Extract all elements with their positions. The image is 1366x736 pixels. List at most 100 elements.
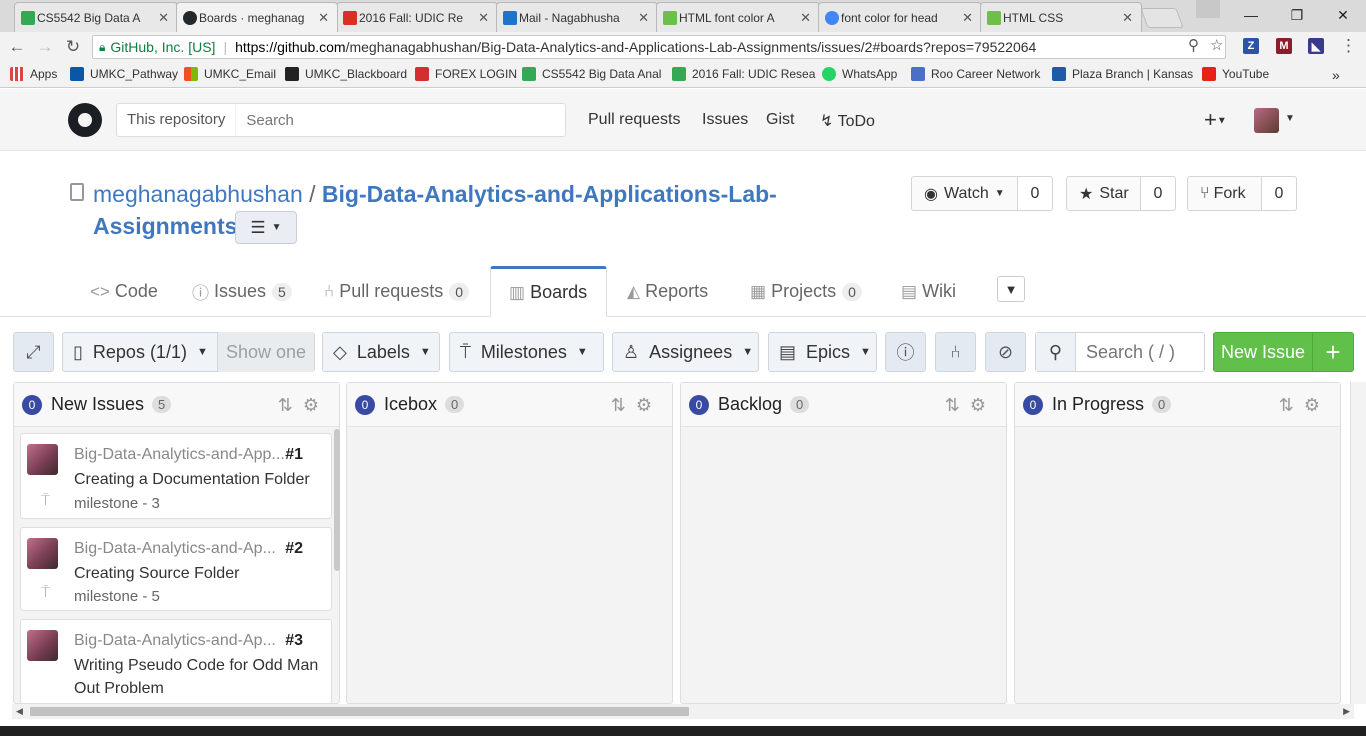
sort-icon[interactable]: ⇅: [278, 395, 303, 415]
star-bookmark-icon[interactable]: ☆: [1210, 36, 1223, 54]
closed-toggle[interactable]: ⊘: [985, 332, 1026, 372]
repo-name-link[interactable]: Big-Data-Analytics-and-Applications-Lab-: [322, 181, 777, 207]
close-window-icon[interactable]: ✕: [1320, 0, 1366, 30]
browser-tab[interactable]: HTML CSS ✕: [980, 2, 1142, 32]
profile-icon[interactable]: [1196, 0, 1220, 18]
fork-button[interactable]: ⑂ Fork: [1188, 177, 1262, 210]
tab-wiki[interactable]: ▤ Wiki: [901, 266, 956, 317]
card-title[interactable]: Creating a Documentation Folder: [74, 468, 324, 491]
tab-projects[interactable]: ▦ Projects 0: [750, 266, 862, 317]
card-title[interactable]: Creating Source Folder: [74, 562, 324, 585]
nav-todo[interactable]: ↯ ToDo: [820, 111, 875, 131]
board-horizontal-scrollbar[interactable]: ◀ ▶: [12, 704, 1354, 719]
close-icon[interactable]: ✕: [962, 10, 973, 26]
bookmark-item[interactable]: UMKC_Pathway: [70, 67, 178, 81]
issues-toggle[interactable]: ⓘ: [885, 332, 926, 372]
close-icon[interactable]: ✕: [638, 10, 649, 26]
show-one-button[interactable]: Show one: [217, 332, 314, 372]
issue-card[interactable]: Big-Data-Analytics-and-Ap... #2 Creating…: [20, 527, 332, 611]
zotero-icon[interactable]: Z: [1243, 38, 1259, 54]
avatar[interactable]: [27, 538, 58, 569]
bookmark-item[interactable]: 2016 Fall: UDIC Resea: [672, 67, 815, 81]
browser-tab[interactable]: 2016 Fall: UDIC Re ✕: [336, 2, 498, 32]
search-input[interactable]: [236, 104, 565, 136]
chevron-down-icon[interactable]: ▼: [1285, 113, 1295, 124]
fork-count[interactable]: 0: [1262, 177, 1296, 210]
chevron-right-icon[interactable]: »: [1332, 67, 1340, 83]
avatar[interactable]: [27, 444, 58, 475]
plus-dropdown-icon[interactable]: +▼: [1204, 107, 1227, 133]
repo-owner-link[interactable]: meghanagabhushan: [93, 181, 303, 207]
sort-icon[interactable]: ⇅: [945, 395, 970, 415]
labels-filter[interactable]: ◇ Labels ▼: [322, 332, 440, 372]
browser-tab[interactable]: CS5542 Big Data A ✕: [14, 2, 178, 32]
tab-issues[interactable]: ⓘ Issues 5: [192, 266, 292, 317]
menu-icon[interactable]: ⋮: [1340, 36, 1357, 56]
avatar[interactable]: [1254, 108, 1279, 133]
browser-tab-active[interactable]: Boards · meghanag ✕: [176, 2, 338, 32]
forward-icon[interactable]: →: [34, 36, 56, 58]
nav-gist[interactable]: Gist: [766, 111, 794, 129]
extension-icon[interactable]: ◣: [1308, 38, 1324, 54]
search-icon[interactable]: ⚲: [1036, 333, 1076, 371]
nav-issues[interactable]: Issues: [702, 111, 748, 129]
epics-filter[interactable]: ▤ Epics ▼: [768, 332, 877, 372]
scroll-right-icon[interactable]: ▶: [1343, 706, 1350, 717]
plus-icon[interactable]: +: [1313, 333, 1353, 371]
new-issue-label[interactable]: New Issue: [1214, 333, 1313, 371]
close-icon[interactable]: ✕: [478, 10, 489, 26]
close-icon[interactable]: ✕: [158, 10, 169, 26]
new-issue-button[interactable]: New Issue +: [1213, 332, 1354, 372]
gear-icon[interactable]: ⚙: [1304, 395, 1330, 415]
tab-boards[interactable]: ▥ Boards: [490, 266, 607, 317]
bookmark-item[interactable]: FOREX LOGIN: [415, 67, 517, 81]
bookmark-item[interactable]: Plaza Branch | Kansas: [1052, 67, 1193, 81]
bookmark-item[interactable]: UMKC_Blackboard: [285, 67, 407, 81]
reload-icon[interactable]: ↻: [62, 36, 84, 58]
gear-icon[interactable]: ⚙: [303, 395, 329, 415]
nav-pull-requests[interactable]: Pull requests: [588, 111, 681, 129]
repos-dropdown[interactable]: ▯ Repos (1/1) ▼: [63, 342, 220, 363]
tab-reports[interactable]: ◭ Reports: [627, 266, 708, 317]
browser-tab[interactable]: font color for head ✕: [818, 2, 982, 32]
tab-pull-requests[interactable]: ⑃ Pull requests 0: [324, 266, 470, 317]
bookmark-item[interactable]: CS5542 Big Data Anal: [522, 67, 661, 81]
issue-card[interactable]: Big-Data-Analytics-and-Ap... #3 Writing …: [20, 619, 332, 703]
address-bar[interactable]: 🔒︎ GitHub, Inc. [US] | https://github.co…: [92, 35, 1226, 59]
extension-icon[interactable]: M: [1276, 38, 1292, 54]
repo-name-link[interactable]: Assignments: [93, 213, 237, 239]
bookmark-item[interactable]: YouTube: [1202, 67, 1269, 81]
card-milestone[interactable]: milestone - 5: [74, 588, 160, 605]
pull-requests-toggle[interactable]: ⑃: [935, 332, 976, 372]
github-logo-icon[interactable]: [68, 103, 102, 137]
close-icon[interactable]: ✕: [800, 10, 811, 26]
list-menu-button[interactable]: ☰ ▼: [235, 211, 297, 244]
card-milestone[interactable]: milestone - 3: [74, 495, 160, 512]
column-scrollbar[interactable]: [334, 429, 340, 571]
zoom-icon[interactable]: ⚲: [1188, 36, 1199, 54]
board-search-input[interactable]: [1076, 333, 1196, 371]
browser-tab[interactable]: HTML font color A ✕: [656, 2, 820, 32]
watch-count[interactable]: 0: [1018, 177, 1052, 210]
avatar[interactable]: [27, 630, 58, 661]
star-count[interactable]: 0: [1141, 177, 1175, 210]
assignees-filter[interactable]: ♙ Assignees ▼: [612, 332, 759, 372]
tab-code[interactable]: <> Code: [90, 266, 158, 317]
gear-icon[interactable]: ⚙: [970, 395, 996, 415]
fullscreen-button[interactable]: ⤢: [13, 332, 54, 372]
milestones-filter[interactable]: ⍑ Milestones ▼: [449, 332, 604, 372]
more-tabs-chevron-icon[interactable]: ▼: [997, 276, 1025, 302]
card-issue-number[interactable]: #3: [285, 632, 303, 650]
card-issue-number[interactable]: #2: [285, 540, 303, 558]
watch-button[interactable]: ◉ Watch ▼: [912, 177, 1018, 210]
sort-icon[interactable]: ⇅: [611, 395, 636, 415]
bookmark-item[interactable]: UMKC_Email: [184, 67, 276, 81]
card-issue-number[interactable]: #1: [285, 446, 303, 464]
scrollbar-thumb[interactable]: [30, 707, 689, 716]
bookmark-apps[interactable]: Apps: [10, 67, 57, 81]
star-button[interactable]: ★ Star: [1067, 177, 1141, 210]
close-icon[interactable]: ✕: [1122, 10, 1133, 26]
close-icon[interactable]: ✕: [318, 10, 329, 26]
card-title[interactable]: Writing Pseudo Code for Odd Man Out Prob…: [74, 654, 324, 700]
scroll-left-icon[interactable]: ◀: [16, 706, 23, 717]
